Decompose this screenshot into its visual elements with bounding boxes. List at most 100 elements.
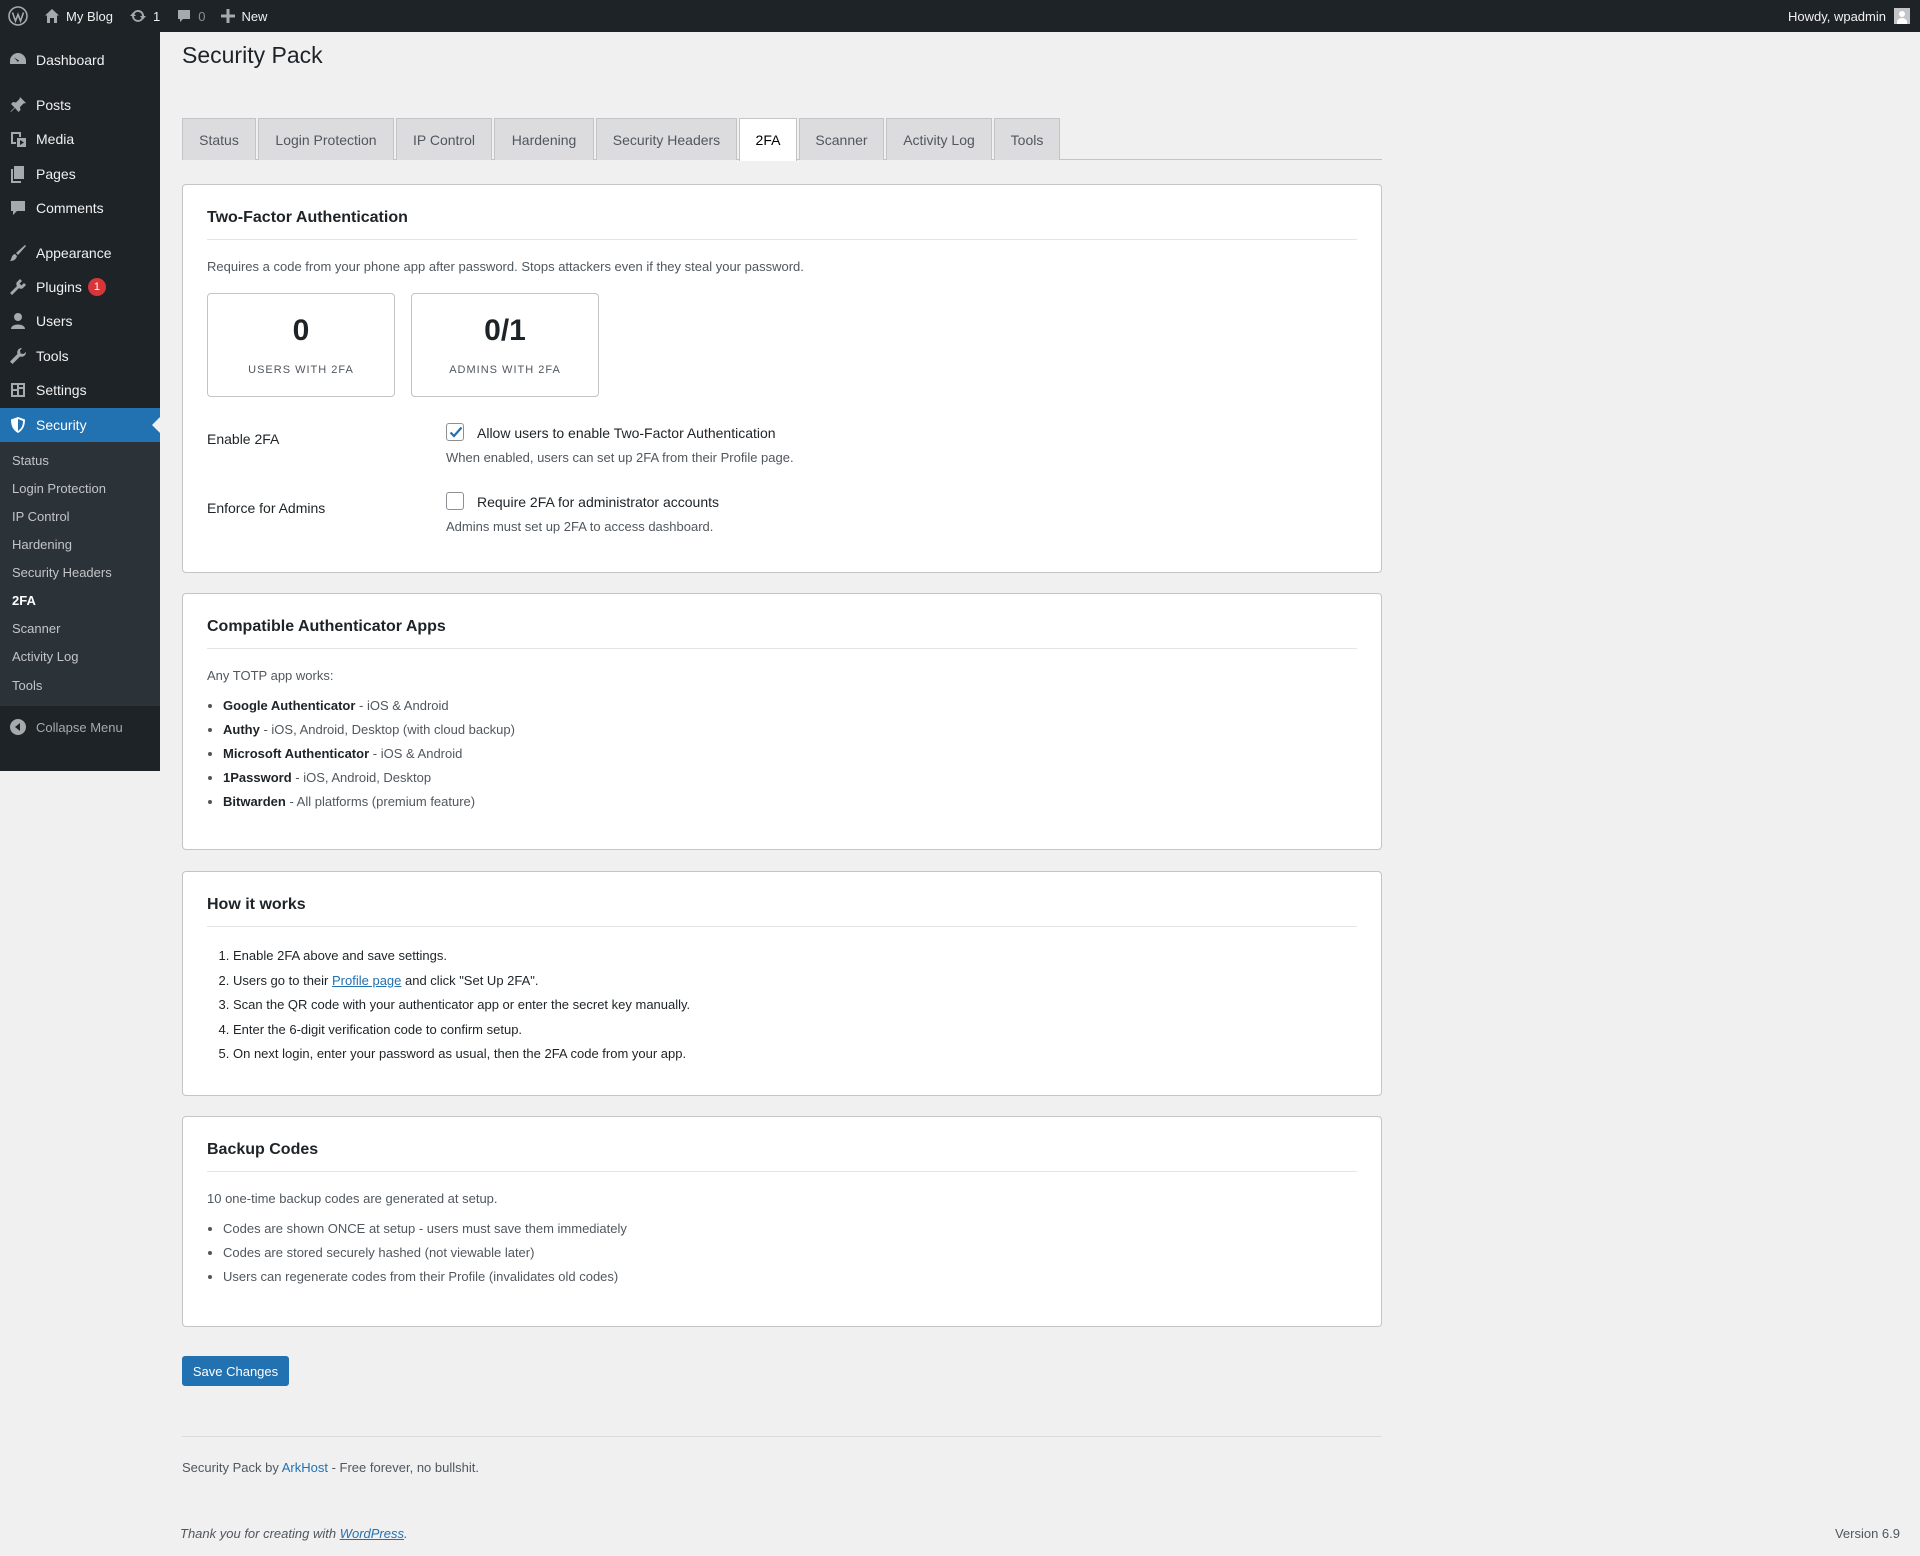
backup-codes-card: Backup Codes 10 one-time backup codes ar… <box>182 1116 1382 1327</box>
apps-card-title: Compatible Authenticator Apps <box>207 618 446 635</box>
list-item: Authy - iOS, Android, Desktop (with clou… <box>223 718 515 742</box>
list-item: Enable 2FA above and save settings. <box>233 944 690 969</box>
stat-label: USERS WITH 2FA <box>248 364 354 376</box>
divider <box>207 648 1357 649</box>
submenu-activity-log[interactable]: Activity Log <box>12 649 78 664</box>
submenu-login-protection[interactable]: Login Protection <box>12 481 106 496</box>
enforce-admins-help: Admins must set up 2FA to access dashboa… <box>446 519 714 534</box>
divider <box>207 926 1357 927</box>
list-item: 1Password - iOS, Android, Desktop <box>223 766 515 790</box>
submenu-hardening[interactable]: Hardening <box>12 537 72 552</box>
updates-link[interactable]: 1 <box>121 0 168 32</box>
menu-posts[interactable]: Posts <box>0 88 160 122</box>
menu-dashboard[interactable]: Dashboard <box>0 43 160 77</box>
footer-text: - Free forever, no bullshit. <box>327 1460 479 1475</box>
wordpress-thanks: Thank you for creating with WordPress. <box>180 1526 408 1541</box>
settings-icon <box>0 380 36 400</box>
app-detail: - iOS, Android, Desktop <box>291 770 432 785</box>
menu-comments-label: Comments <box>36 200 104 216</box>
submenu-2fa[interactable]: 2FA <box>12 593 36 608</box>
tab-login-protection[interactable]: Login Protection <box>258 118 394 160</box>
stat-value: 0 <box>292 314 310 347</box>
menu-users-label: Users <box>36 313 73 329</box>
tab-scanner[interactable]: Scanner <box>799 118 884 160</box>
list-item: Scan the QR code with your authenticator… <box>233 993 690 1018</box>
how-card-title: How it works <box>207 896 306 913</box>
enforce-admins-label: Enforce for Admins <box>207 500 326 516</box>
menu-appearance[interactable]: Appearance <box>0 236 160 270</box>
enforce-admins-checkbox[interactable] <box>446 492 464 510</box>
updates-icon <box>129 10 146 22</box>
list-item: Users can regenerate codes from their Pr… <box>223 1265 627 1289</box>
divider <box>182 1436 1382 1437</box>
submenu-tools[interactable]: Tools <box>12 678 42 693</box>
menu-security[interactable]: Security <box>0 408 160 442</box>
tab-bar: Status Login Protection IP Control Harde… <box>182 118 1382 161</box>
enable-2fa-checkbox-label[interactable]: Allow users to enable Two-Factor Authent… <box>477 425 776 441</box>
menu-media[interactable]: Media <box>0 122 160 156</box>
apps-intro: Any TOTP app works: <box>207 668 334 683</box>
tab-security-headers[interactable]: Security Headers <box>596 118 737 160</box>
submenu-status[interactable]: Status <box>12 453 49 468</box>
users-icon <box>0 311 36 331</box>
tab-2fa[interactable]: 2FA <box>739 118 797 161</box>
app-detail: - iOS & Android <box>369 746 463 761</box>
tab-status[interactable]: Status <box>182 118 256 160</box>
wrench-icon <box>0 346 36 366</box>
enable-2fa-checkbox[interactable] <box>446 423 464 441</box>
stat-users-with-2fa: 0 USERS WITH 2FA <box>207 293 395 397</box>
menu-pages[interactable]: Pages <box>0 157 160 191</box>
app-detail: - All platforms (premium feature) <box>285 794 476 809</box>
collapse-menu-button[interactable]: Collapse Menu <box>0 710 160 744</box>
new-label: New <box>241 8 268 24</box>
comments-link[interactable]: 0 <box>168 0 213 32</box>
twofa-description: Requires a code from your phone app afte… <box>207 259 804 274</box>
site-name-link[interactable]: My Blog <box>36 0 121 32</box>
list-item: Codes are shown ONCE at setup - users mu… <box>223 1217 627 1241</box>
wordpress-link[interactable]: WordPress <box>340 1526 404 1541</box>
menu-settings[interactable]: Settings <box>0 373 160 407</box>
avatar <box>1894 8 1910 24</box>
save-changes-button[interactable]: Save Changes <box>182 1356 289 1386</box>
app-detail: - iOS, Android, Desktop (with cloud back… <box>259 722 515 737</box>
comment-icon <box>178 10 191 22</box>
menu-tools[interactable]: Tools <box>0 339 160 373</box>
divider <box>207 1171 1357 1172</box>
menu-comments[interactable]: Comments <box>0 191 160 225</box>
list-item: Codes are stored securely hashed (not vi… <box>223 1241 627 1265</box>
stat-value: 0/1 <box>484 314 526 347</box>
list-item: Microsoft Authenticator - iOS & Android <box>223 742 515 766</box>
app-name: 1Password <box>223 770 292 785</box>
list-item: Google Authenticator - iOS & Android <box>223 694 515 718</box>
menu-users[interactable]: Users <box>0 304 160 338</box>
step-text: and click "Set Up 2FA". <box>401 972 539 988</box>
tab-hardening[interactable]: Hardening <box>494 118 594 160</box>
submenu-security-headers[interactable]: Security Headers <box>12 565 112 580</box>
submenu-ip-control[interactable]: IP Control <box>12 509 70 524</box>
new-content-link[interactable]: New <box>213 0 275 32</box>
enforce-admins-checkbox-label[interactable]: Require 2FA for administrator accounts <box>477 494 719 510</box>
menu-appearance-label: Appearance <box>36 245 112 261</box>
plugins-icon <box>0 277 36 297</box>
menu-security-label: Security <box>36 417 87 433</box>
collapse-menu-label: Collapse Menu <box>36 719 123 735</box>
tab-ip-control[interactable]: IP Control <box>396 118 492 160</box>
profile-page-link[interactable]: Profile page <box>332 973 401 988</box>
submenu-scanner[interactable]: Scanner <box>12 621 60 636</box>
divider <box>207 239 1357 240</box>
menu-plugins[interactable]: Plugins 1 <box>0 270 160 304</box>
arkhost-link[interactable]: ArkHost <box>282 1460 328 1475</box>
how-it-works-card: How it works Enable 2FA above and save s… <box>182 871 1382 1096</box>
site-name: My Blog <box>66 8 113 24</box>
wordpress-logo-icon[interactable] <box>0 0 36 32</box>
media-icon <box>0 129 36 149</box>
list-item: On next login, enter your password as us… <box>233 1042 690 1067</box>
tab-tools[interactable]: Tools <box>994 118 1060 160</box>
backup-card-title: Backup Codes <box>207 1141 319 1158</box>
home-icon <box>45 9 59 23</box>
menu-pages-label: Pages <box>36 166 76 182</box>
tab-activity-log[interactable]: Activity Log <box>886 118 992 160</box>
account-menu[interactable]: Howdy, wpadmin <box>1788 8 1920 24</box>
comments-icon <box>0 198 36 218</box>
menu-settings-label: Settings <box>36 382 87 398</box>
